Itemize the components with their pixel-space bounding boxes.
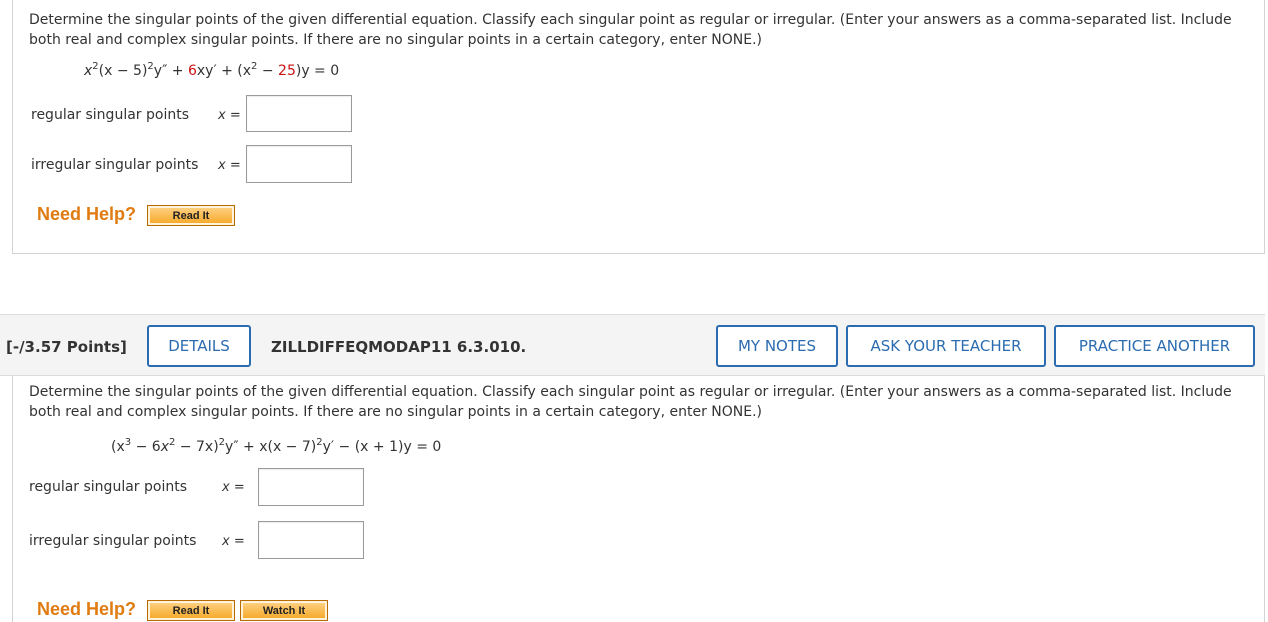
irregular-singular-points-label: irregular singular points — [29, 533, 197, 549]
instructions-line-1: Determine the singular points of the giv… — [29, 12, 1232, 28]
points-label: [-/3.57 Points] — [6, 338, 127, 356]
question-2-instructions: Determine the singular points of the giv… — [29, 383, 1254, 422]
irregular-singular-points-input[interactable] — [246, 145, 352, 183]
question-2-header: [-/3.57 Points] DETAILS ZILLDIFFEQMODAP1… — [0, 314, 1265, 376]
problem-code: ZILLDIFFEQMODAP11 6.3.010. — [271, 338, 527, 356]
details-button[interactable]: DETAILS — [147, 325, 251, 367]
read-it-button[interactable]: Read It — [147, 600, 235, 621]
read-it-button[interactable]: Read It — [147, 205, 235, 226]
irregular-singular-points-input[interactable] — [258, 521, 364, 559]
x-equals-label: x = — [222, 534, 245, 549]
x-equals-label: x = — [222, 480, 245, 495]
x-equals-label: x = — [218, 158, 241, 173]
instructions-line-2: both real and complex singular points. I… — [29, 31, 762, 48]
irregular-singular-points-label: irregular singular points — [31, 157, 199, 173]
question-1-instructions: Determine the singular points of the giv… — [29, 11, 1254, 50]
highlight-coefficient: 6 — [187, 63, 197, 79]
highlight-constant: 25 — [278, 63, 296, 79]
regular-singular-points-label: regular singular points — [31, 107, 189, 123]
regular-singular-points-input[interactable] — [246, 95, 352, 132]
regular-singular-points-input[interactable] — [258, 468, 364, 506]
question-2-equation: (x3 − 6x2 − 7x)2y″ + x(x − 7)2y′ − (x + … — [111, 437, 442, 456]
watch-it-button[interactable]: Watch It — [240, 600, 328, 621]
question-1-equation: x2(x − 5)2y″ + 6xy′ + (x2 − 25)y = 0 — [84, 61, 340, 80]
regular-singular-points-label: regular singular points — [29, 479, 187, 495]
ask-your-teacher-button[interactable]: ASK YOUR TEACHER — [846, 325, 1046, 367]
x-equals-label: x = — [218, 108, 241, 123]
need-help-label: Need Help? — [37, 204, 137, 224]
practice-another-button[interactable]: PRACTICE ANOTHER — [1054, 325, 1255, 367]
my-notes-button[interactable]: MY NOTES — [716, 325, 838, 367]
instructions-line-1: Determine the singular points of the giv… — [29, 384, 1232, 400]
instructions-line-2: both real and complex singular points. I… — [29, 403, 762, 420]
need-help-label: Need Help? — [37, 599, 137, 619]
